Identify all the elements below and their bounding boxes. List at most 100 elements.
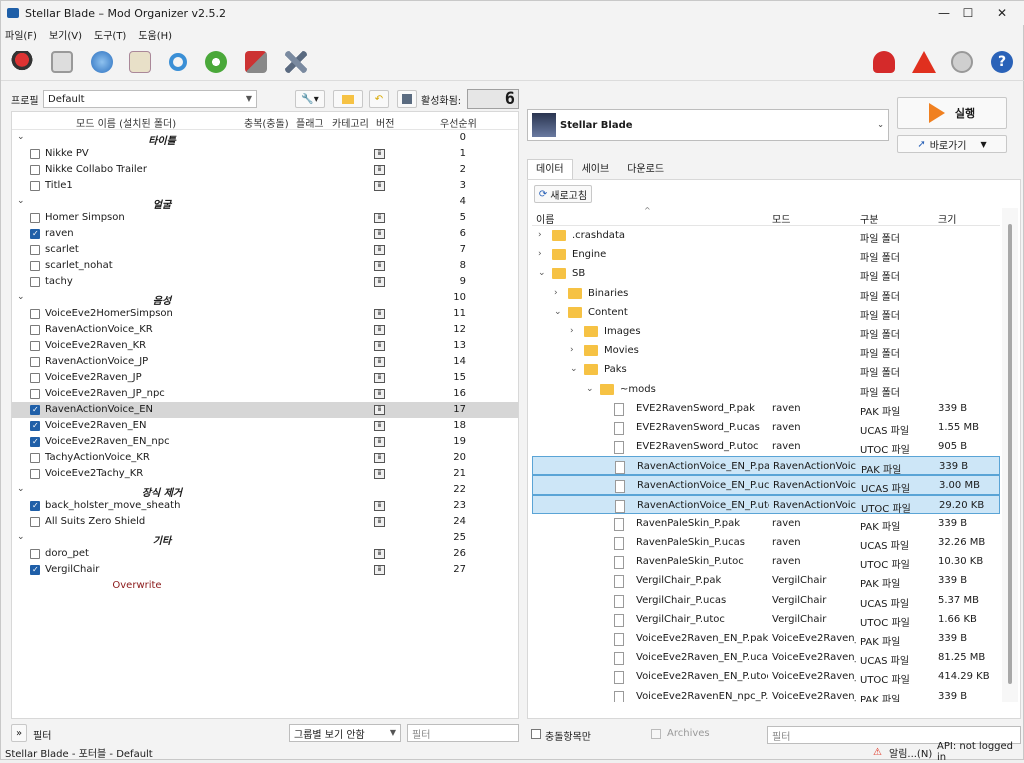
conflicts-only-checkbox[interactable] [531, 729, 541, 739]
tree-file-row[interactable]: EVE2RavenSword_P.pak raven PAK 파일 339 B [532, 399, 1000, 418]
mod-enable-checkbox[interactable] [30, 549, 40, 559]
menu-tools[interactable]: 도구(T) [94, 27, 126, 42]
mod-row[interactable]: scarlet_nohat ⅲ 8 [12, 258, 518, 274]
mod-tools-button[interactable]: 🔧▾ [295, 90, 325, 108]
run-button[interactable]: 실행 [897, 97, 1007, 129]
filter-toggle-button[interactable]: » [11, 724, 27, 742]
mod-row[interactable]: VoiceEve2HomerSimpson ⅲ 11 [12, 306, 518, 322]
mod-enable-checkbox[interactable] [30, 437, 40, 447]
tab-downloads[interactable]: 다운로드 [618, 159, 673, 179]
tree-file-row[interactable]: EVE2RavenSword_P.utoc raven UTOC 파일 905 B [532, 437, 1000, 456]
save-backup-button[interactable] [397, 90, 417, 108]
restore-backup-button[interactable]: ↶ [369, 90, 389, 108]
mod-enable-checkbox[interactable] [30, 261, 40, 271]
header-name[interactable]: 모드 이름 (설치된 폴더) [76, 115, 176, 130]
settings-button[interactable] [281, 47, 311, 77]
mod-row[interactable]: TachyActionVoice_KR ⅲ 20 [12, 450, 518, 466]
mod-enable-checkbox[interactable] [30, 229, 40, 239]
tree-folder-row[interactable]: ⌄ ~mods 파일 폴더 [532, 380, 1000, 399]
executables-button[interactable] [125, 47, 155, 77]
mod-list[interactable]: 모드 이름 (설치된 폴더) 충복(충돌) 플래그 카테고리 버전 우선순위 ⌄… [11, 111, 519, 719]
tree-file-row[interactable]: RavenActionVoice_EN_P.utoc RavenActionVoi… [532, 494, 1000, 515]
data-scrollbar[interactable] [1002, 208, 1018, 702]
archives-checkbox[interactable] [651, 729, 661, 739]
mod-enable-checkbox[interactable] [30, 245, 40, 255]
tree-file-row[interactable]: VoiceEve2RavenEN_npc_P.pak VoiceEve2Raven… [532, 687, 1000, 702]
expand-icon[interactable]: › [538, 230, 542, 240]
mod-enable-checkbox[interactable] [30, 565, 40, 575]
mod-enable-checkbox[interactable] [30, 517, 40, 527]
tree-folder-row[interactable]: › Binaries 파일 폴더 [532, 284, 1000, 303]
tree-file-row[interactable]: RavenActionVoice_EN_P.ucas RavenActionVoi… [532, 475, 1000, 495]
tree-file-row[interactable]: VergilChair_P.ucas VergilChair UCAS 파일 5.37… [532, 591, 1000, 610]
menu-help[interactable]: 도움(H) [138, 27, 172, 42]
mod-row[interactable]: VoiceEve2Raven_JP_npc ⅲ 16 [12, 386, 518, 402]
mod-row[interactable]: back_holster_move_sheath ⅲ 23 [12, 498, 518, 514]
tree-folder-row[interactable]: ⌄ Content 파일 폴더 [532, 303, 1000, 322]
header-category[interactable]: 카테고리 [332, 115, 369, 130]
tab-data[interactable]: 데이터 [527, 159, 573, 179]
mod-row[interactable]: VoiceEve2Raven_EN ⅲ 18 [12, 418, 518, 434]
mod-row[interactable]: raven ⅲ 6 [12, 226, 518, 242]
mod-row[interactable]: VergilChair ⅲ 27 [12, 562, 518, 578]
mod-enable-checkbox[interactable] [30, 389, 40, 399]
mod-row[interactable]: tachy ⅲ 9 [12, 274, 518, 290]
profile-button[interactable] [7, 47, 37, 77]
mod-enable-checkbox[interactable] [30, 405, 40, 415]
tree-folder-row[interactable]: › Movies 파일 폴더 [532, 341, 1000, 360]
mod-row[interactable]: RavenActionVoice_EN ⅲ 17 [12, 402, 518, 418]
problems-button[interactable] [947, 47, 977, 77]
mod-enable-checkbox[interactable] [30, 357, 40, 367]
expand-icon[interactable]: ⌄ [538, 268, 546, 278]
mod-row[interactable]: All Suits Zero Shield ⅲ 24 [12, 514, 518, 530]
mod-enable-checkbox[interactable] [30, 213, 40, 223]
expand-icon[interactable]: › [570, 345, 574, 355]
scrollbar-thumb[interactable] [1008, 224, 1012, 684]
mod-row[interactable]: RavenActionVoice_KR ⅲ 12 [12, 322, 518, 338]
notify-button[interactable]: 알림...(N) [889, 745, 932, 760]
header-type[interactable]: 구분 [860, 211, 878, 226]
mod-enable-checkbox[interactable] [30, 341, 40, 351]
expand-icon[interactable]: › [570, 326, 574, 336]
separator-row[interactable]: ⌄ 타이틀 0 [12, 130, 518, 147]
warning-button[interactable] [909, 47, 939, 77]
mod-row[interactable]: VoiceEve2Raven_KR ⅲ 13 [12, 338, 518, 354]
tree-file-row[interactable]: RavenActionVoice_EN_P.pak RavenActionVoic… [532, 456, 1000, 476]
tree-file-row[interactable]: VoiceEve2Raven_EN_P.ucas VoiceEve2Raven_.… [532, 648, 1000, 667]
mod-row[interactable]: VoiceEve2Raven_EN_npc ⅲ 19 [12, 434, 518, 450]
expand-icon[interactable]: › [538, 249, 542, 259]
tree-file-row[interactable]: RavenPaleSkin_P.utoc raven UTOC 파일 10.30 KB [532, 552, 1000, 571]
mod-row[interactable]: VoiceEve2Raven_JP ⅲ 15 [12, 370, 518, 386]
refresh-data-button[interactable]: ⟳ 새로고침 [534, 185, 592, 203]
separator-row[interactable]: ⌄ 음성 10 [12, 290, 518, 307]
tree-folder-row[interactable]: › Images 파일 폴더 [532, 322, 1000, 341]
separator-row[interactable]: ⌄ 얼굴 4 [12, 194, 518, 211]
header-conflicts[interactable]: 충복(충돌) [244, 115, 289, 130]
tree-file-row[interactable]: VoiceEve2Raven_EN_P.utoc VoiceEve2Raven_.… [532, 667, 1000, 686]
mod-row[interactable]: Nikke PV ⅲ 1 [12, 146, 518, 162]
tree-folder-row[interactable]: › .crashdata 파일 폴더 [532, 226, 1000, 245]
mod-enable-checkbox[interactable] [30, 325, 40, 335]
mod-row[interactable]: RavenActionVoice_JP ⅲ 14 [12, 354, 518, 370]
endorse-button[interactable] [869, 47, 899, 77]
header-size[interactable]: 크기 [938, 211, 956, 226]
mod-filter-input[interactable]: 필터 [407, 724, 519, 742]
group-combo[interactable]: 그룹별 보기 안함 ▼ [289, 724, 401, 742]
tree-folder-row[interactable]: ⌄ SB 파일 폴더 [532, 264, 1000, 283]
mod-enable-checkbox[interactable] [30, 453, 40, 463]
header-name[interactable]: 이름 [536, 211, 554, 226]
header-mod[interactable]: 모드 [772, 211, 790, 226]
expand-icon[interactable]: › [554, 288, 558, 298]
overwrite-row[interactable]: Overwrite [12, 578, 518, 594]
header-version[interactable]: 버전 [376, 115, 394, 130]
mod-enable-checkbox[interactable] [30, 469, 40, 479]
tools-button[interactable] [241, 47, 271, 77]
mod-enable-checkbox[interactable] [30, 165, 40, 175]
tree-file-row[interactable]: VergilChair_P.pak VergilChair PAK 파일 339 B [532, 571, 1000, 590]
mod-row[interactable]: Homer Simpson ⅲ 5 [12, 210, 518, 226]
mod-row[interactable]: scarlet ⅲ 7 [12, 242, 518, 258]
expand-icon[interactable]: ⌄ [570, 364, 578, 374]
mod-enable-checkbox[interactable] [30, 277, 40, 287]
tree-file-row[interactable]: VoiceEve2Raven_EN_P.pak VoiceEve2Raven_..… [532, 629, 1000, 648]
mod-enable-checkbox[interactable] [30, 421, 40, 431]
